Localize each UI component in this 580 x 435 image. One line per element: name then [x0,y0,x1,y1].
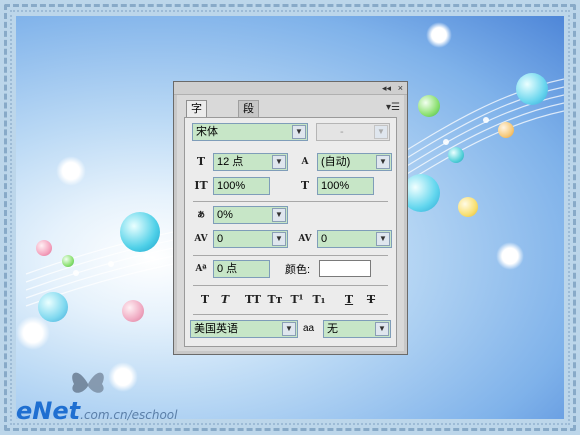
leading-select[interactable]: (自动) ▼ [317,153,392,171]
all-caps-button[interactable]: TT [243,292,263,308]
chevron-down-icon: ▼ [375,322,389,336]
font-size-value: 12 点 [217,156,244,168]
faux-italic-button[interactable]: T [215,292,235,308]
panel-titlebar[interactable]: ◂◂ × [174,82,407,95]
subscript-button[interactable]: T₁ [309,292,329,308]
chevron-down-icon: ▼ [292,125,306,139]
screen: ◂◂ × 字符× 段落 ▾☰ 宋体 ▼ - ▼ T 12 [0,0,580,435]
tracking-value: 0 [321,233,328,245]
language-value: 美国英语 [194,323,238,335]
chevron-down-icon: ▼ [374,125,388,139]
chevron-down-icon: ▼ [272,232,286,246]
font-family-value: 宋体 [196,126,218,138]
font-family-select[interactable]: 宋体 ▼ [192,123,308,141]
baseline-shift-value: 0 点 [217,263,238,275]
baseline-shift-icon: Aª [195,264,207,274]
tab-character[interactable]: 字符× [186,100,207,146]
character-options: 宋体 ▼ - ▼ T 12 点 ▼ A (自动) ▼ IT 100% T 100… [184,117,397,347]
baseline-shift-input[interactable]: 0 点 [213,260,270,278]
kerning-value: 0 [217,233,224,245]
tsume-value: 0% [217,209,233,221]
strikethrough-button[interactable]: T [361,292,381,308]
language-select[interactable]: 美国英语 ▼ [190,320,298,338]
vertical-scale-icon: IT [194,179,208,192]
tracking-icon: AV [298,234,312,244]
font-size-select[interactable]: 12 点 ▼ [213,153,288,171]
tsume-icon: ぁ [196,210,206,220]
close-icon[interactable]: × [398,82,403,94]
divider [193,201,388,202]
color-swatch[interactable] [319,260,371,277]
chevron-down-icon: ▼ [376,232,390,246]
antialias-icon: aa [303,323,315,334]
faux-bold-button[interactable]: T [195,292,215,308]
watermark-brand: eNet [16,397,81,425]
leading-icon: A [301,157,309,167]
antialias-select[interactable]: 无 ▼ [323,320,391,338]
watermark: eNet.com.cn/eschool [16,397,177,425]
antialias-value: 无 [327,323,338,335]
vertical-scale-value: 100% [217,180,246,192]
chevron-down-icon: ▼ [282,322,296,336]
tracking-select[interactable]: 0 ▼ [317,230,392,248]
tab-paragraph[interactable]: 段落 [238,100,259,131]
chevron-down-icon: ▼ [272,208,286,222]
panel-menu-icon[interactable]: ▾☰ [386,102,400,113]
leading-value: (自动) [321,156,351,168]
tsume-select[interactable]: 0% ▼ [213,206,288,224]
small-caps-button[interactable]: Tт [265,292,285,308]
divider [193,314,388,315]
character-panel: ◂◂ × 字符× 段落 ▾☰ 宋体 ▼ - ▼ T 12 [173,81,408,355]
color-label: 颜色: [285,264,311,276]
kerning-icon: AV [194,234,208,244]
superscript-button[interactable]: T¹ [287,292,307,308]
butterfly-icon [72,372,104,393]
divider [193,255,388,256]
kerning-select[interactable]: 0 ▼ [213,230,288,248]
font-style-value: - [340,126,344,138]
font-size-icon: T [196,155,206,168]
vertical-scale-input[interactable]: 100% [213,177,270,195]
font-style-select[interactable]: - ▼ [316,123,390,141]
collapse-icon[interactable]: ◂◂ [382,82,391,94]
horizontal-scale-icon: T [300,179,310,192]
horizontal-scale-input[interactable]: 100% [317,177,374,195]
divider [193,285,388,286]
chevron-down-icon: ▼ [272,155,286,169]
underline-button[interactable]: T [339,292,359,308]
watermark-url: .com.cn/eschool [80,408,178,422]
chevron-down-icon: ▼ [376,155,390,169]
text-style-buttons: T T TT Tт T¹ T₁ T T [193,292,389,308]
horizontal-scale-value: 100% [321,180,350,192]
